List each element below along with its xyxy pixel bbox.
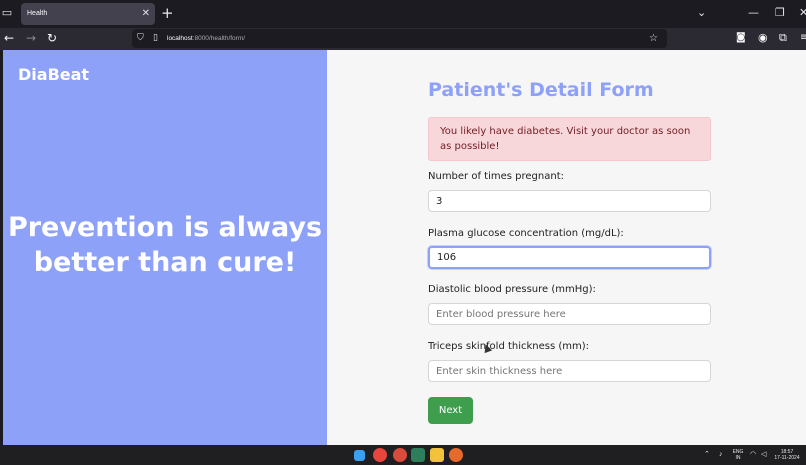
hero-tagline: Prevention is always better than cure! xyxy=(7,212,323,278)
glucose-label: Plasma glucose concentration (mg/dL): xyxy=(428,228,624,239)
next-button[interactable]: Next xyxy=(428,397,473,424)
page-icon[interactable]: ▯ xyxy=(153,29,158,48)
list-all-tabs-icon[interactable]: ⌄ xyxy=(697,0,706,28)
microphone-icon[interactable]: ♪ xyxy=(719,445,723,465)
tray-chevron-icon[interactable]: ⌃ xyxy=(704,445,710,465)
browser-app-icon[interactable] xyxy=(393,448,407,462)
pregnancies-label: Number of times pregnant: xyxy=(428,171,564,182)
blood-pressure-label: Diastolic blood pressure (mmHg): xyxy=(428,284,596,295)
close-window-icon[interactable]: ✕ xyxy=(799,0,806,28)
form-title: Patient's Detail Form xyxy=(428,79,654,101)
account-icon[interactable]: ◉ xyxy=(758,28,768,48)
menu-icon[interactable]: ≡ xyxy=(800,28,806,48)
extensions-icon[interactable]: ⧉ xyxy=(779,28,787,48)
url-bar[interactable]: ⛉ ▯ localhost:8000/health/form/ ☆ xyxy=(132,29,667,48)
url-host: localhost xyxy=(167,35,193,42)
back-icon[interactable]: ← xyxy=(4,28,14,48)
star-icon[interactable]: ☆ xyxy=(649,29,658,48)
skin-thickness-input[interactable] xyxy=(428,360,711,382)
glucose-input[interactable] xyxy=(428,246,711,269)
form-panel: Patient's Detail Form You likely have di… xyxy=(327,50,806,445)
clock-date: 17-11-2024 xyxy=(774,455,800,461)
start-icon[interactable] xyxy=(354,450,365,461)
url-path: :8000/health/form/ xyxy=(192,35,246,42)
firefox-icon[interactable] xyxy=(449,448,463,462)
volume-icon[interactable]: ◁ xyxy=(761,445,766,465)
pocket-icon[interactable]: ◙ xyxy=(736,28,746,48)
blood-pressure-input[interactable] xyxy=(428,303,711,325)
pregnancies-input[interactable] xyxy=(428,190,711,212)
taskbar: ⌃ ♪ ENG IN ◠ ◁ 18:57 17-11-2024 xyxy=(0,445,806,465)
web-page: DiaBeat Prevention is always better than… xyxy=(3,50,806,445)
region-code: IN xyxy=(735,455,741,461)
file-explorer-icon[interactable] xyxy=(430,448,444,462)
hero-panel: DiaBeat Prevention is always better than… xyxy=(3,50,327,445)
code-editor-icon[interactable] xyxy=(411,448,425,462)
restore-icon[interactable]: ❐ xyxy=(775,0,785,28)
language-indicator[interactable]: ENG IN xyxy=(731,449,745,461)
shield-icon[interactable]: ⛉ xyxy=(137,29,144,48)
tab-strip: ▭ Health ✕ + ⌄ — ❐ ✕ xyxy=(0,0,806,28)
wifi-icon[interactable]: ◠ xyxy=(750,445,756,465)
new-tab-button[interactable]: + xyxy=(161,4,174,22)
tab-close-icon[interactable]: ✕ xyxy=(142,3,150,25)
skin-thickness-label: Triceps skinfold thickness (mm): xyxy=(428,341,590,352)
tab-list-icon[interactable]: ▭ xyxy=(0,6,14,20)
clock[interactable]: 18:57 17-11-2024 xyxy=(772,449,802,461)
url-text[interactable]: localhost:8000/health/form/ xyxy=(167,29,245,48)
browser-tab[interactable]: Health ✕ xyxy=(21,3,155,25)
minimize-icon[interactable]: — xyxy=(748,0,759,28)
tab-title: Health xyxy=(27,10,48,17)
nav-bar: ← → ↻ ⛉ ▯ localhost:8000/health/form/ ☆ … xyxy=(0,28,806,50)
reload-icon[interactable]: ↻ xyxy=(47,28,57,48)
diagnosis-alert: You likely have diabetes. Visit your doc… xyxy=(428,117,711,161)
brand-logo[interactable]: DiaBeat xyxy=(18,65,89,84)
chrome-icon[interactable] xyxy=(373,448,387,462)
forward-icon[interactable]: → xyxy=(26,28,36,48)
